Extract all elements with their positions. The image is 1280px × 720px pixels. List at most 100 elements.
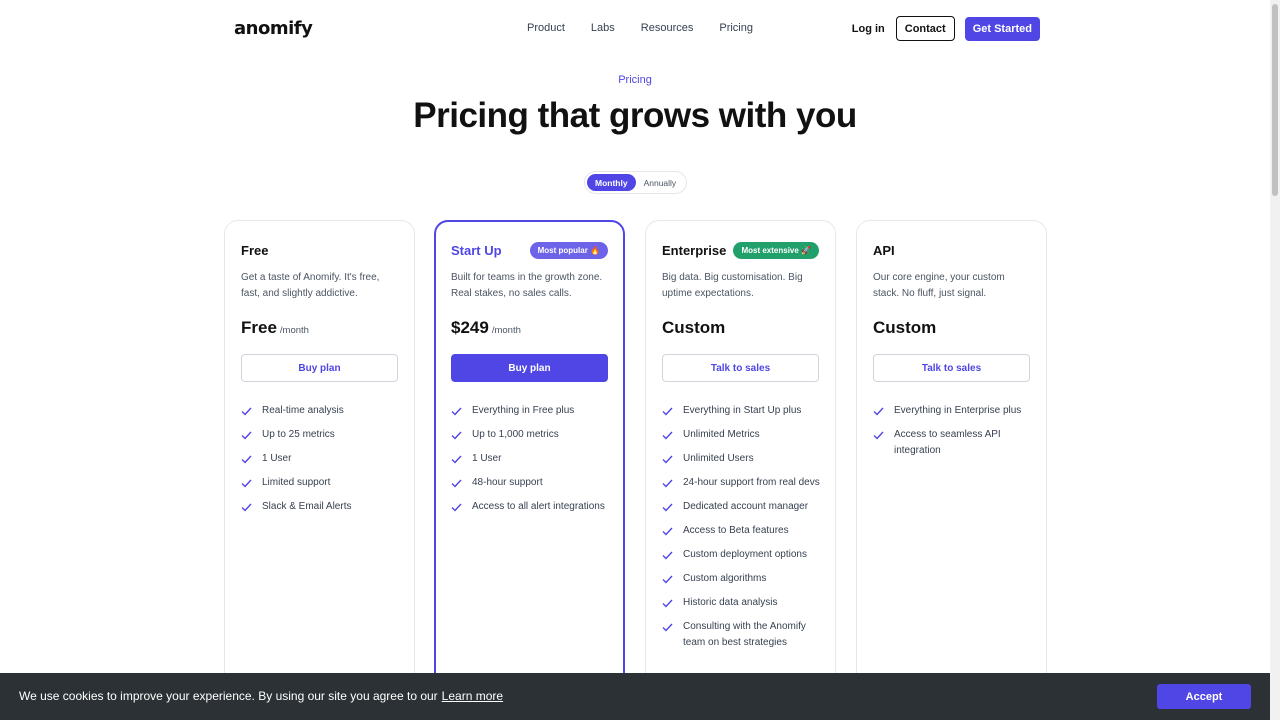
feature-text: Up to 25 metrics	[262, 429, 335, 440]
check-icon	[873, 427, 885, 443]
talk-to-sales-button[interactable]: Talk to sales	[662, 354, 819, 382]
feature-list: Everything in Free plus Up to 1,000 metr…	[451, 403, 611, 523]
feature-text: Limited support	[262, 477, 331, 488]
talk-to-sales-button[interactable]: Talk to sales	[873, 354, 1030, 382]
plan-name: Start Up	[451, 242, 502, 258]
check-icon	[241, 451, 253, 467]
price-period: /month	[279, 325, 309, 336]
plan-header: API	[873, 240, 1030, 260]
plan-card-startup: Start Up Most popular 🔥 Built for teams …	[434, 220, 625, 690]
cookie-text: We use cookies to improve your experienc…	[19, 689, 438, 703]
buy-plan-button[interactable]: Buy plan	[241, 354, 398, 382]
check-icon	[662, 451, 674, 467]
check-icon	[662, 619, 674, 635]
check-icon	[451, 403, 463, 419]
get-started-button[interactable]: Get Started	[964, 16, 1040, 41]
feature-text: 1 User	[472, 453, 502, 464]
plan-name: Free	[241, 242, 269, 258]
nav-actions: Log in Contact Get Started	[852, 16, 1040, 41]
buy-plan-button[interactable]: Buy plan	[451, 354, 608, 382]
price-period: /month	[491, 325, 521, 336]
check-icon	[451, 427, 463, 443]
plan-description: Built for teams in the growth zone. Real…	[451, 272, 603, 299]
list-item: Access to Beta features	[662, 523, 823, 539]
list-item: Access to seamless API integration	[873, 427, 1034, 459]
list-item: Real-time analysis	[241, 403, 402, 419]
nav-link-labs[interactable]: Labs	[591, 22, 615, 34]
cookie-message: We use cookies to improve your experienc…	[19, 689, 503, 703]
nav-link-product[interactable]: Product	[527, 22, 565, 34]
list-item: Limited support	[241, 475, 402, 491]
check-icon	[662, 547, 674, 563]
feature-list: Everything in Enterprise plus Access to …	[873, 403, 1034, 467]
check-icon	[662, 571, 674, 587]
feature-text: 1 User	[262, 453, 292, 464]
contact-button[interactable]: Contact	[895, 16, 955, 41]
extensive-badge: Most extensive 🚀	[733, 241, 819, 259]
list-item: Everything in Start Up plus	[662, 403, 823, 419]
feature-text: Access to all alert integrations	[472, 501, 605, 512]
feature-text: Access to Beta features	[683, 525, 789, 536]
list-item: Consulting with the Anomify team on best…	[662, 619, 823, 651]
feature-text: Access to seamless API integration	[894, 429, 1001, 456]
nav-link-resources[interactable]: Resources	[641, 22, 694, 34]
feature-list: Everything in Start Up plus Unlimited Me…	[662, 403, 823, 659]
list-item: Everything in Free plus	[451, 403, 611, 419]
plan-description: Get a taste of Anomify. It's free, fast,…	[241, 272, 380, 299]
plan-price: Custom	[873, 318, 936, 338]
billing-toggle: Monthly Annually	[584, 171, 687, 194]
check-icon	[662, 403, 674, 419]
toggle-monthly[interactable]: Monthly	[587, 174, 636, 191]
check-icon	[662, 595, 674, 611]
scrollbar-thumb[interactable]	[1272, 4, 1278, 196]
list-item: Up to 1,000 metrics	[451, 427, 611, 443]
feature-text: Custom algorithms	[683, 573, 767, 584]
price-value: Custom	[873, 318, 937, 337]
logo[interactable]: anomify	[234, 18, 313, 39]
plan-name: Enterprise	[662, 242, 727, 258]
list-item: Custom deployment options	[662, 547, 823, 563]
feature-text: Unlimited Users	[683, 453, 754, 464]
top-nav: anomify Product Labs Resources Pricing L…	[0, 0, 1270, 56]
popular-badge: Most popular 🔥	[529, 241, 608, 259]
feature-text: Real-time analysis	[262, 405, 344, 416]
price-value: Custom	[662, 318, 726, 337]
check-icon	[241, 499, 253, 515]
feature-text: Custom deployment options	[683, 549, 807, 560]
plan-price: Free /month	[241, 318, 309, 338]
list-item: 48-hour support	[451, 475, 611, 491]
feature-text: Historic data analysis	[683, 597, 778, 608]
feature-text: Up to 1,000 metrics	[472, 429, 559, 440]
accept-cookies-button[interactable]: Accept	[1157, 684, 1251, 709]
nav-link-pricing[interactable]: Pricing	[719, 22, 753, 34]
list-item: Everything in Enterprise plus	[873, 403, 1034, 419]
check-icon	[451, 475, 463, 491]
check-icon	[662, 523, 674, 539]
plan-header: Free	[241, 240, 398, 260]
plan-header: Start Up Most popular 🔥	[451, 240, 608, 260]
learn-more-link[interactable]: Learn more	[442, 689, 503, 703]
plan-price: Custom	[662, 318, 725, 338]
check-icon	[241, 403, 253, 419]
feature-text: Everything in Enterprise plus	[894, 405, 1022, 416]
check-icon	[873, 403, 885, 419]
plan-description: Big data. Big customisation. Big uptime …	[662, 272, 803, 299]
plan-price: $249 /month	[451, 318, 521, 338]
plan-header: Enterprise Most extensive 🚀	[662, 240, 819, 260]
login-link[interactable]: Log in	[852, 23, 885, 35]
feature-text: Consulting with the Anomify team on best…	[683, 621, 806, 648]
list-item: 1 User	[451, 451, 611, 467]
feature-text: Everything in Free plus	[472, 405, 575, 416]
list-item: 24-hour support from real devs	[662, 475, 823, 491]
page-scrollbar[interactable]	[1270, 0, 1280, 720]
toggle-annually[interactable]: Annually	[636, 174, 685, 191]
list-item: Unlimited Users	[662, 451, 823, 467]
list-item: Up to 25 metrics	[241, 427, 402, 443]
plan-card-api: API Our core engine, your custom stack. …	[856, 220, 1047, 690]
check-icon	[662, 499, 674, 515]
check-icon	[662, 427, 674, 443]
price-value: $249	[451, 318, 489, 337]
cookie-banner: We use cookies to improve your experienc…	[0, 673, 1270, 720]
page-title: Pricing that grows with you	[413, 96, 857, 135]
list-item: Historic data analysis	[662, 595, 823, 611]
